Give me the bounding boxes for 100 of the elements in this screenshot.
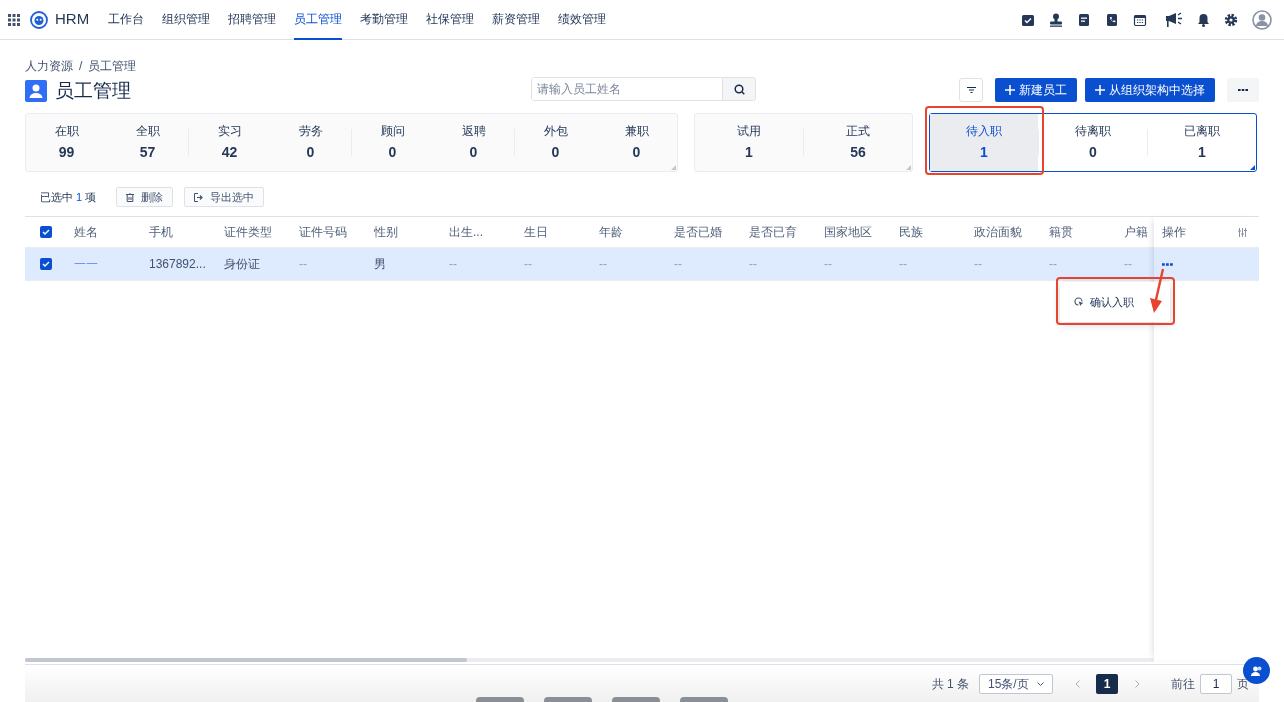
- stat-item[interactable]: 外包 0: [515, 114, 596, 171]
- total-count: 共 1 条: [931, 675, 969, 693]
- selection-count: 已选中 1 项: [40, 189, 98, 205]
- stat-label: 已离职: [1184, 123, 1220, 140]
- checkbox[interactable]: [39, 226, 52, 238]
- stat-label: 待入职: [966, 123, 1002, 140]
- stat-label: 劳务: [298, 123, 323, 140]
- column-header: 证件类型: [223, 224, 273, 241]
- horizontal-scrollbar[interactable]: [25, 658, 467, 662]
- delete-button[interactable]: 删除: [116, 187, 173, 207]
- stat-label: 待离职: [1075, 123, 1111, 140]
- stat-item[interactable]: 劳务 0: [270, 114, 351, 171]
- breadcrumb-link[interactable]: 人力资源: [25, 57, 73, 75]
- stat-item[interactable]: 正式 56: [804, 114, 912, 171]
- stat-value: 1: [745, 143, 753, 162]
- page-button[interactable]: 1: [1096, 673, 1118, 694]
- plus-icon: [1095, 85, 1105, 95]
- megaphone-icon[interactable]: [1165, 11, 1183, 28]
- stat-item[interactable]: 返聘 0: [433, 114, 514, 171]
- new-employee-button[interactable]: 新建员工: [995, 78, 1077, 102]
- table-cell-text: --: [1123, 256, 1133, 273]
- column-header: 籍贯: [1048, 224, 1074, 241]
- table-cell-text: --: [523, 256, 533, 273]
- column-header: 是否已婚: [673, 224, 723, 241]
- nav-tab[interactable]: 社保管理: [426, 0, 475, 40]
- search-button[interactable]: [722, 78, 755, 100]
- stat-item[interactable]: 试用 1: [695, 114, 803, 171]
- filter-icon: [966, 87, 976, 93]
- stat-value: 42: [221, 143, 238, 162]
- nav-tab[interactable]: 员工管理: [294, 0, 343, 40]
- table-row[interactable]: 一一 1367892... 身份证 -- 男 -- -- -- -- -- -- -- -- -- --: [25, 248, 1154, 281]
- nav-tab[interactable]: 工作台: [108, 0, 145, 40]
- stat-label: 试用: [737, 123, 761, 140]
- select-from-org-button[interactable]: 从组织架构中选择: [1085, 78, 1215, 102]
- stat-value: 0: [388, 143, 397, 162]
- nav-tab[interactable]: 绩效管理: [558, 0, 607, 40]
- nav-tab[interactable]: 招聘管理: [228, 0, 277, 40]
- stat-item[interactable]: 待离职 0: [1039, 114, 1147, 171]
- page-size-select[interactable]: 15条/页: [979, 673, 1053, 694]
- stat-value: 0: [551, 143, 560, 162]
- column-header: 姓名: [73, 224, 99, 241]
- checkbox[interactable]: [39, 258, 52, 270]
- nav-tab[interactable]: 薪资管理: [492, 0, 541, 40]
- filter-button[interactable]: [959, 78, 983, 102]
- person-icon: [25, 80, 47, 102]
- stamp-icon[interactable]: [1049, 12, 1063, 27]
- people-icon: [1250, 665, 1263, 676]
- column-header: 证件号码: [298, 224, 348, 241]
- stat-value: 57: [139, 143, 156, 162]
- stat-item[interactable]: 顾问 0: [352, 114, 433, 171]
- column-header: 政治面貌: [973, 224, 1023, 241]
- phone-book-icon[interactable]: [1105, 12, 1119, 27]
- avatar-icon[interactable]: [1252, 9, 1272, 30]
- stat-item[interactable]: 实习 42: [189, 114, 270, 171]
- column-settings-icon[interactable]: [1238, 227, 1247, 237]
- table-cell-text: --: [448, 256, 458, 273]
- stat-item[interactable]: 兼职 0: [596, 114, 677, 171]
- column-header: 是否已育: [748, 224, 798, 241]
- stat-value: 0: [632, 143, 641, 162]
- column-header: 性别: [373, 224, 399, 241]
- stat-label: 兼职: [624, 123, 649, 140]
- calendar-check-icon[interactable]: [1021, 12, 1035, 27]
- table-cell-text: --: [823, 256, 833, 273]
- stat-value: 0: [469, 143, 478, 162]
- more-actions-icon[interactable]: [1162, 262, 1173, 266]
- stat-item[interactable]: 在职 99: [26, 114, 107, 171]
- nav-tab[interactable]: 组织管理: [162, 0, 211, 40]
- settings-icon[interactable]: [1224, 12, 1238, 27]
- stat-value: 0: [306, 143, 315, 162]
- column-header: 出生...: [448, 224, 484, 241]
- table-cell-text: --: [898, 256, 908, 273]
- stat-value: 1: [980, 143, 988, 162]
- export-selected-button[interactable]: 导出选中: [184, 187, 264, 207]
- document-icon[interactable]: [1077, 12, 1091, 27]
- table-cell-text: --: [973, 256, 983, 273]
- more-button[interactable]: [1227, 78, 1259, 102]
- calendar-icon[interactable]: [1133, 12, 1147, 27]
- search-field[interactable]: 请输入员工姓名: [531, 77, 756, 101]
- goto-page-field[interactable]: 1: [1200, 673, 1232, 694]
- menu-item[interactable]: 确认入职: [1060, 285, 1170, 319]
- stat-item[interactable]: 已离职 1: [1148, 114, 1256, 171]
- stat-item[interactable]: 全职 57: [107, 114, 188, 171]
- stat-label: 正式: [846, 123, 870, 140]
- page-title: 员工管理: [55, 78, 131, 103]
- goto-label: 前往: [1171, 675, 1195, 693]
- nav-tab[interactable]: 考勤管理: [360, 0, 409, 40]
- table-cell-text: --: [748, 256, 758, 273]
- table-cell-text: 身份证: [223, 256, 261, 273]
- bell-icon[interactable]: [1197, 12, 1210, 27]
- column-header: 生日: [523, 224, 549, 241]
- table-cell-text: --: [298, 256, 308, 273]
- export-icon: [194, 192, 203, 202]
- stat-value: 99: [58, 143, 75, 162]
- app-grid-icon[interactable]: [8, 13, 20, 26]
- stat-label: 全职: [135, 123, 160, 140]
- plus-icon: [1005, 85, 1015, 95]
- stat-item[interactable]: 待入职 1: [930, 114, 1038, 171]
- column-header: 国家地区: [823, 224, 873, 241]
- page-unit-label: 页: [1237, 675, 1249, 693]
- trash-icon: [126, 192, 134, 202]
